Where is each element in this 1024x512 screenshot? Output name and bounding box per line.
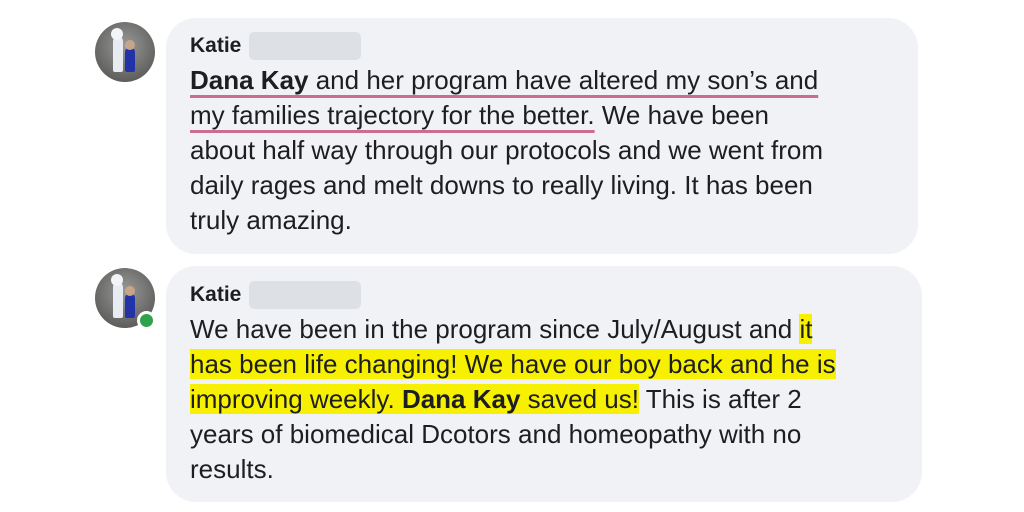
comment-line: my families trajectory for the better. W… [190,98,823,133]
highlighted-text: has been life changing! We have our boy … [190,349,836,379]
text-segment: about half way through our protocols and… [190,135,824,165]
text-segment: truly amazing. [190,205,352,235]
mention-dana-kay[interactable]: Dana Kay [190,65,309,95]
comment-line: years of biomedical Dcotors and homeopat… [190,417,836,452]
underlined-text: my families trajectory for the better. [190,100,595,130]
avatar-figure [111,274,123,318]
text-segment: results. [190,454,274,484]
comment-line: has been life changing! We have our boy … [190,347,836,382]
comment-line: results. [190,452,836,487]
text-segment: years of biomedical Dcotors and homeopat… [190,419,802,449]
comment-2-author-name[interactable]: Katie [190,283,241,307]
online-status-dot [137,311,156,330]
text-segment: We have been in the program since July/A… [190,314,800,344]
comment-1-author-name[interactable]: Katie [190,34,241,58]
comment-line: improving weekly. Dana Kay saved us! Thi… [190,382,836,417]
text-segment: saved us! [520,384,639,414]
highlighted-text: improving weekly. Dana Kay saved us! [190,384,639,414]
avatar-figure [125,40,135,72]
comment-1-header: Katie [190,32,362,60]
text-segment: We have been [594,100,770,130]
avatar-figure [125,286,135,318]
avatar-figure [111,28,123,72]
comment-line: We have been in the program since July/A… [190,312,836,347]
comment-line: about half way through our protocols and… [190,133,823,168]
redacted-surname [249,281,362,309]
redacted-surname [249,32,362,60]
comment-line: daily rages and melt downs to really liv… [190,168,823,203]
comment-1-text: Dana Kay and her program have altered my… [190,63,823,238]
mention-dana-kay[interactable]: Dana Kay [402,384,521,414]
comment-1-avatar[interactable] [95,22,155,82]
highlighted-text: it [799,314,813,344]
underlined-text: Dana Kay and her program have altered my… [190,65,818,95]
text-segment: improving weekly. [190,384,402,414]
comment-2-text: We have been in the program since July/A… [190,312,836,487]
comment-line: truly amazing. [190,203,823,238]
text-segment: This is after 2 [638,384,802,414]
text-segment: and her program have altered my son’s an… [308,65,819,95]
comment-line: Dana Kay and her program have altered my… [190,63,823,98]
text-segment: daily rages and melt downs to really liv… [190,170,813,200]
comment-2-header: Katie [190,281,362,309]
